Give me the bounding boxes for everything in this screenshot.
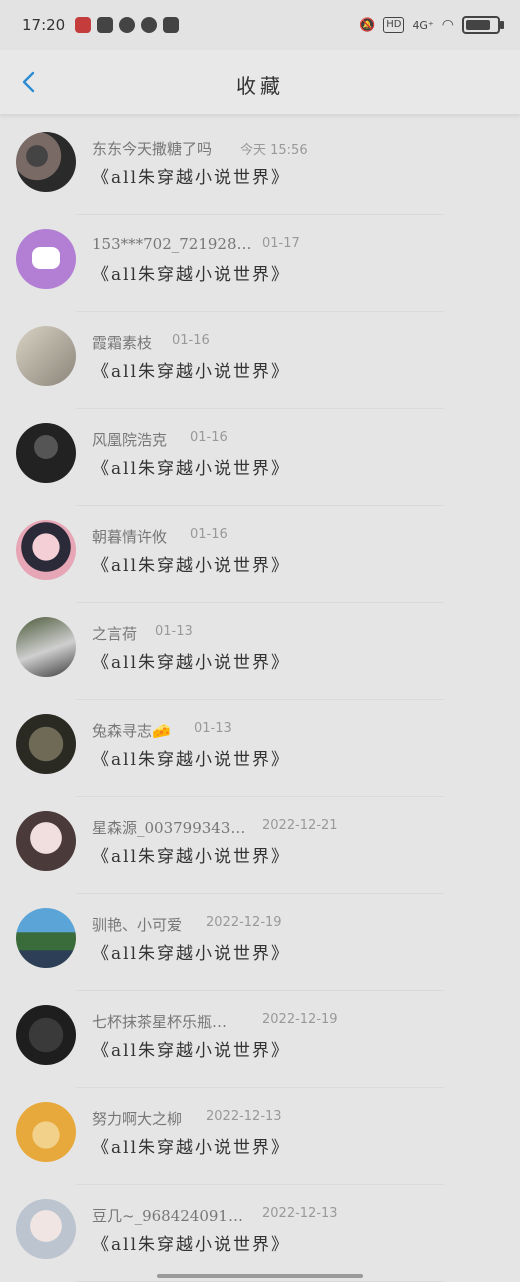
item-message: 《all朱穿越小说世界》 bbox=[92, 265, 291, 285]
item-name: 兔森寻志🧀 bbox=[92, 722, 171, 740]
item-message: 《all朱穿越小说世界》 bbox=[92, 362, 291, 382]
home-indicator[interactable] bbox=[157, 1274, 363, 1278]
avatar[interactable] bbox=[16, 132, 76, 192]
favorites-list: 东东今天撒糖了吗 今天 15:56 《all朱穿越小说世界》 153***702_72… bbox=[0, 118, 520, 1282]
avatar[interactable] bbox=[16, 326, 76, 386]
list-item[interactable]: 东东今天撒糖了吗 今天 15:56 《all朱穿越小说世界》 bbox=[0, 118, 520, 215]
mute-icon: 🔕 bbox=[359, 17, 376, 33]
list-item[interactable]: 霞霜素枝 01-16 《all朱穿越小说世界》 bbox=[0, 312, 520, 409]
item-name: 七杯抹茶星杯乐瓶… bbox=[92, 1013, 228, 1031]
item-message: 《all朱穿越小说世界》 bbox=[92, 653, 291, 673]
hd-badge: HD bbox=[383, 17, 405, 33]
item-name: 之言荷 bbox=[92, 625, 138, 643]
avatar[interactable] bbox=[16, 908, 76, 968]
item-time: 2022-12-19 bbox=[206, 915, 282, 930]
avatar[interactable] bbox=[16, 1005, 76, 1065]
item-message: 《all朱穿越小说世界》 bbox=[92, 944, 291, 964]
status-left-icons bbox=[75, 17, 180, 33]
item-message: 《all朱穿越小说世界》 bbox=[92, 1235, 291, 1255]
battery-icon bbox=[462, 16, 504, 34]
avatar[interactable] bbox=[16, 811, 76, 871]
item-name: 霞霜素枝 bbox=[92, 334, 153, 352]
item-name: 星森源_003799343… bbox=[92, 819, 246, 837]
item-time: 2022-12-21 bbox=[262, 818, 338, 833]
chat-bubble-icon bbox=[32, 247, 60, 269]
item-name: 努力啊大之柳 bbox=[92, 1110, 183, 1128]
status-right: 🔕 HD 4G⁺ ◠ bbox=[359, 16, 504, 34]
app-notification-icon bbox=[75, 17, 92, 33]
item-time: 01-17 bbox=[262, 236, 300, 251]
avatar[interactable] bbox=[16, 714, 76, 774]
item-time: 01-13 bbox=[194, 721, 232, 736]
avatar[interactable] bbox=[16, 1199, 76, 1259]
status-bar: 17:20 🔕 HD 4G⁺ ◠ bbox=[0, 0, 520, 50]
avatar[interactable] bbox=[16, 423, 76, 483]
header: 收藏 bbox=[0, 50, 520, 115]
list-item[interactable]: 驯艳、小可爱 2022-12-19 《all朱穿越小说世界》 bbox=[0, 894, 520, 991]
pet-icon bbox=[97, 17, 114, 33]
item-name: 风凰院浩克 bbox=[92, 431, 168, 449]
item-message: 《all朱穿越小说世界》 bbox=[92, 168, 291, 188]
item-time: 01-16 bbox=[172, 333, 210, 348]
avatar[interactable] bbox=[16, 1102, 76, 1162]
compass-icon bbox=[119, 17, 136, 33]
wifi-icon: ◠ bbox=[441, 17, 454, 33]
page-title: 收藏 bbox=[236, 74, 284, 98]
item-name: 东东今天撒糖了吗 bbox=[92, 140, 213, 158]
item-time: 2022-12-19 bbox=[262, 1012, 338, 1027]
list-item[interactable]: 之言荷 01-13 《all朱穿越小说世界》 bbox=[0, 603, 520, 700]
list-item[interactable]: 星森源_003799343… 2022-12-21 《all朱穿越小说世界》 bbox=[0, 797, 520, 894]
item-message: 《all朱穿越小说世界》 bbox=[92, 1138, 291, 1158]
list-item[interactable]: 努力啊大之柳 2022-12-13 《all朱穿越小说世界》 bbox=[0, 1088, 520, 1185]
item-name: 153***702_7219280… bbox=[92, 235, 252, 253]
list-item[interactable]: 豆几~_9684240918… 2022-12-13 《all朱穿越小说世界》 bbox=[0, 1185, 520, 1282]
item-message: 《all朱穿越小说世界》 bbox=[92, 1041, 291, 1061]
status-time: 17:20 bbox=[22, 16, 66, 34]
list-item[interactable]: 七杯抹茶星杯乐瓶… 2022-12-19 《all朱穿越小说世界》 bbox=[0, 991, 520, 1088]
item-time: 01-13 bbox=[155, 624, 193, 639]
item-message: 《all朱穿越小说世界》 bbox=[92, 556, 291, 576]
item-time: 01-16 bbox=[190, 527, 228, 542]
avatar[interactable] bbox=[16, 229, 76, 289]
list-item[interactable]: 朝暮情许攸 01-16 《all朱穿越小说世界》 bbox=[0, 506, 520, 603]
list-item[interactable]: 153***702_7219280… 01-17 《all朱穿越小说世界》 bbox=[0, 215, 520, 312]
item-message: 《all朱穿越小说世界》 bbox=[92, 459, 291, 479]
item-time: 01-16 bbox=[190, 430, 228, 445]
avatar[interactable] bbox=[16, 520, 76, 580]
item-time: 今天 15:56 bbox=[240, 143, 308, 158]
item-message: 《all朱穿越小说世界》 bbox=[92, 847, 291, 867]
item-name: 驯艳、小可爱 bbox=[92, 916, 183, 934]
item-message: 《all朱穿越小说世界》 bbox=[92, 750, 291, 770]
list-item[interactable]: 风凰院浩克 01-16 《all朱穿越小说世界》 bbox=[0, 409, 520, 506]
item-name: 豆几~_9684240918… bbox=[92, 1207, 252, 1225]
mail-icon bbox=[163, 17, 180, 33]
item-time: 2022-12-13 bbox=[206, 1109, 282, 1124]
list-item[interactable]: 兔森寻志🧀 01-13 《all朱穿越小说世界》 bbox=[0, 700, 520, 797]
item-time: 2022-12-13 bbox=[262, 1206, 338, 1221]
item-name: 朝暮情许攸 bbox=[92, 528, 168, 546]
avatar[interactable] bbox=[16, 617, 76, 677]
flame-icon bbox=[141, 17, 158, 33]
network-label: 4G⁺ bbox=[412, 18, 434, 32]
